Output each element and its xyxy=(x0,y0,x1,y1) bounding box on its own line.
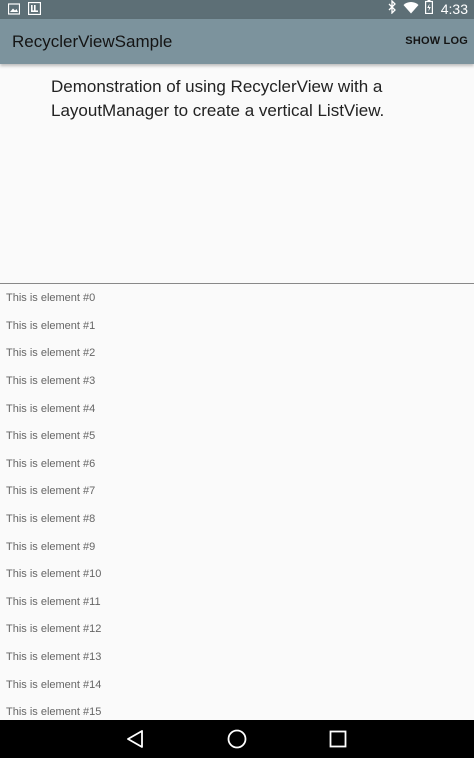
list-item[interactable]: This is element #2 xyxy=(0,339,474,367)
battery-icon xyxy=(424,0,433,19)
list-item[interactable]: This is element #11 xyxy=(0,588,474,616)
gallery-icon xyxy=(7,2,21,20)
list-item[interactable]: This is element #0 xyxy=(0,284,474,312)
bluetooth-icon xyxy=(388,0,397,19)
navigation-bar xyxy=(0,720,474,758)
home-icon[interactable] xyxy=(226,728,248,750)
recent-apps-icon[interactable] xyxy=(327,728,349,750)
list-item[interactable]: This is element #7 xyxy=(0,477,474,505)
status-clock: 4:33 xyxy=(440,1,468,17)
status-right-icons: 4:33 xyxy=(388,0,468,19)
list-item[interactable]: This is element #1 xyxy=(0,312,474,340)
list-item[interactable]: This is element #13 xyxy=(0,643,474,671)
launcher-icon xyxy=(27,1,42,20)
list-item[interactable]: This is element #5 xyxy=(0,422,474,450)
wifi-icon xyxy=(403,1,419,19)
status-left-icons xyxy=(7,1,42,20)
recycler-list[interactable]: This is element #0 This is element #1 This… xyxy=(0,284,474,720)
app-title: RecyclerViewSample xyxy=(12,32,173,51)
list-item[interactable]: This is element #10 xyxy=(0,560,474,588)
list-item[interactable]: This is element #12 xyxy=(0,615,474,643)
list-item[interactable]: This is element #8 xyxy=(0,505,474,533)
intro-text: Demonstration of using RecyclerView with… xyxy=(51,77,385,120)
list-item[interactable]: This is element #9 xyxy=(0,532,474,560)
list-item[interactable]: This is element #3 xyxy=(0,367,474,395)
back-icon[interactable] xyxy=(125,728,147,750)
list-item[interactable]: This is element #14 xyxy=(0,670,474,698)
list-item[interactable]: This is element #15 xyxy=(0,698,474,720)
list-item[interactable]: This is element #4 xyxy=(0,394,474,422)
show-log-button[interactable]: SHOW LOG xyxy=(405,35,468,47)
app-bar: RecyclerViewSample SHOW LOG xyxy=(0,19,474,64)
status-bar: 4:33 xyxy=(0,0,474,19)
list-item[interactable]: This is element #6 xyxy=(0,450,474,478)
